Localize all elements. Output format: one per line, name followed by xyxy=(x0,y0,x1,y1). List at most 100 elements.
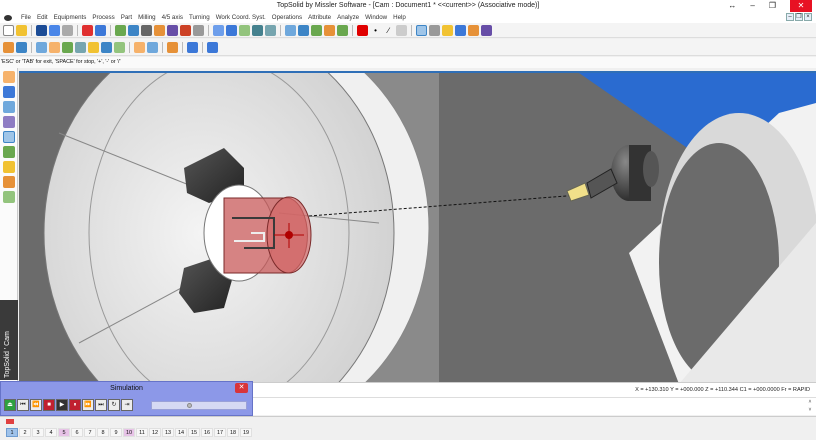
print-icon[interactable] xyxy=(62,24,73,36)
page-tab-14[interactable]: 14 xyxy=(175,428,187,437)
menu-milling[interactable]: Milling xyxy=(138,12,156,23)
menu-process[interactable]: Process xyxy=(92,12,114,23)
snap-icon[interactable] xyxy=(252,24,263,36)
macro-icon[interactable] xyxy=(481,24,492,36)
shading-icon[interactable] xyxy=(324,24,335,36)
verification-icon[interactable] xyxy=(3,191,15,203)
sketch-icon[interactable] xyxy=(3,71,15,83)
skip-end-button[interactable]: ⏭ xyxy=(95,399,107,411)
page-tab-12[interactable]: 12 xyxy=(149,428,161,437)
roughing-icon[interactable] xyxy=(88,41,99,53)
page-tab-1[interactable]: 1 xyxy=(6,428,18,437)
zoom-icon[interactable] xyxy=(285,24,296,36)
simulation-close-button[interactable]: ✕ xyxy=(235,383,248,393)
page-tab-7[interactable]: 7 xyxy=(84,428,96,437)
setup-sheet-icon[interactable] xyxy=(207,41,218,53)
display-mode-icon[interactable] xyxy=(416,24,427,36)
page-tab-19[interactable]: 19 xyxy=(240,428,252,437)
document-icon[interactable] xyxy=(455,24,466,36)
menu-turning[interactable]: Turning xyxy=(189,12,210,23)
threading-icon[interactable] xyxy=(114,41,125,53)
menu-equipments[interactable]: Equipments xyxy=(54,12,87,23)
facing-icon[interactable] xyxy=(62,41,73,53)
report-icon[interactable] xyxy=(468,24,479,36)
measure-icon[interactable] xyxy=(226,24,237,36)
solid-icon[interactable] xyxy=(3,86,15,98)
menu-work-coord-syst[interactable]: Work Coord. Syst. xyxy=(216,12,266,23)
fit-view-icon[interactable] xyxy=(298,24,309,36)
page-tab-9[interactable]: 9 xyxy=(110,428,122,437)
stock-update-icon[interactable] xyxy=(167,41,178,53)
menu-file[interactable]: File xyxy=(21,12,31,23)
tool-icon[interactable] xyxy=(115,24,126,36)
page-tab-18[interactable]: 18 xyxy=(227,428,239,437)
menu-operations[interactable]: Operations xyxy=(272,12,302,23)
simulation-icon[interactable] xyxy=(180,24,191,36)
simulation-speed-slider[interactable] xyxy=(151,401,247,410)
menu-analyze[interactable]: Analyze xyxy=(337,12,359,23)
rewind-start-button[interactable]: ⏮ xyxy=(17,399,29,411)
new-document-icon[interactable] xyxy=(3,24,14,36)
resize-icon[interactable]: ↔ xyxy=(728,0,736,12)
cam-flag-icon[interactable] xyxy=(16,41,27,53)
turning-icon[interactable] xyxy=(134,41,145,53)
operations-list-icon[interactable] xyxy=(3,161,15,173)
layer-icon[interactable] xyxy=(337,24,348,36)
page-tab-5[interactable]: 5 xyxy=(58,428,70,437)
pocket-icon[interactable] xyxy=(36,41,47,53)
filter-icon[interactable] xyxy=(265,24,276,36)
library-icon[interactable] xyxy=(442,24,453,36)
command-scroll[interactable]: ˄ ˅ xyxy=(806,398,814,415)
page-tab-17[interactable]: 17 xyxy=(214,428,226,437)
fast-forward-button[interactable]: ⏩ xyxy=(82,399,94,411)
step-back-button[interactable]: ⏪ xyxy=(30,399,42,411)
delete-icon[interactable] xyxy=(82,24,93,36)
minimize-button[interactable]: – xyxy=(750,0,754,12)
play-button[interactable]: ▶ xyxy=(56,399,68,411)
stock-icon[interactable] xyxy=(154,24,165,36)
doc-minimize-button[interactable]: – xyxy=(786,13,794,21)
cam-process-icon[interactable] xyxy=(3,41,14,53)
command-area[interactable]: ˄ ˅ xyxy=(253,397,816,415)
tool-library-icon[interactable] xyxy=(3,146,15,158)
pause-button[interactable]: ⏸ xyxy=(69,399,81,411)
scroll-up-icon[interactable]: ˄ xyxy=(806,398,814,406)
doc-close-button[interactable]: × xyxy=(804,13,812,21)
grid-icon[interactable] xyxy=(239,24,250,36)
machining-icon[interactable] xyxy=(3,176,15,188)
page-tab-6[interactable]: 6 xyxy=(71,428,83,437)
select-icon[interactable] xyxy=(213,24,224,36)
assembly-icon[interactable] xyxy=(3,116,15,128)
scroll-down-icon[interactable]: ˅ xyxy=(806,406,814,414)
grooving-icon[interactable] xyxy=(147,41,158,53)
properties-icon[interactable] xyxy=(49,24,60,36)
drilling-icon[interactable] xyxy=(75,41,86,53)
hatch-icon[interactable] xyxy=(396,24,407,36)
nc-output-icon[interactable] xyxy=(187,41,198,53)
menu-part[interactable]: Part xyxy=(121,12,132,23)
menu-window[interactable]: Window xyxy=(365,12,387,23)
slider-thumb[interactable] xyxy=(186,403,192,408)
page-tab-3[interactable]: 3 xyxy=(32,428,44,437)
menu-help[interactable]: Help xyxy=(393,12,406,23)
undo-icon[interactable] xyxy=(95,24,106,36)
line-style-icon[interactable]: ∕ xyxy=(383,24,394,36)
page-tab-8[interactable]: 8 xyxy=(97,428,109,437)
eject-icon[interactable]: ⏏ xyxy=(4,399,16,411)
view-orientation-icon[interactable] xyxy=(311,24,322,36)
close-button[interactable]: ✕ xyxy=(790,0,812,12)
graphics-viewport[interactable] xyxy=(19,71,816,382)
page-tab-13[interactable]: 13 xyxy=(162,428,174,437)
page-tab-10[interactable]: 10 xyxy=(123,428,135,437)
page-tab-15[interactable]: 15 xyxy=(188,428,200,437)
surface-icon[interactable] xyxy=(3,101,15,113)
fixture-icon[interactable] xyxy=(128,24,139,36)
contour-icon[interactable] xyxy=(49,41,60,53)
open-folder-icon[interactable] xyxy=(16,24,27,36)
cam-mode-icon[interactable] xyxy=(3,131,15,143)
page-tab-11[interactable]: 11 xyxy=(136,428,148,437)
settings-icon[interactable] xyxy=(193,24,204,36)
app-logo-icon[interactable] xyxy=(4,14,12,21)
doc-restore-button[interactable]: ❐ xyxy=(795,13,803,21)
machine-icon[interactable] xyxy=(167,24,178,36)
